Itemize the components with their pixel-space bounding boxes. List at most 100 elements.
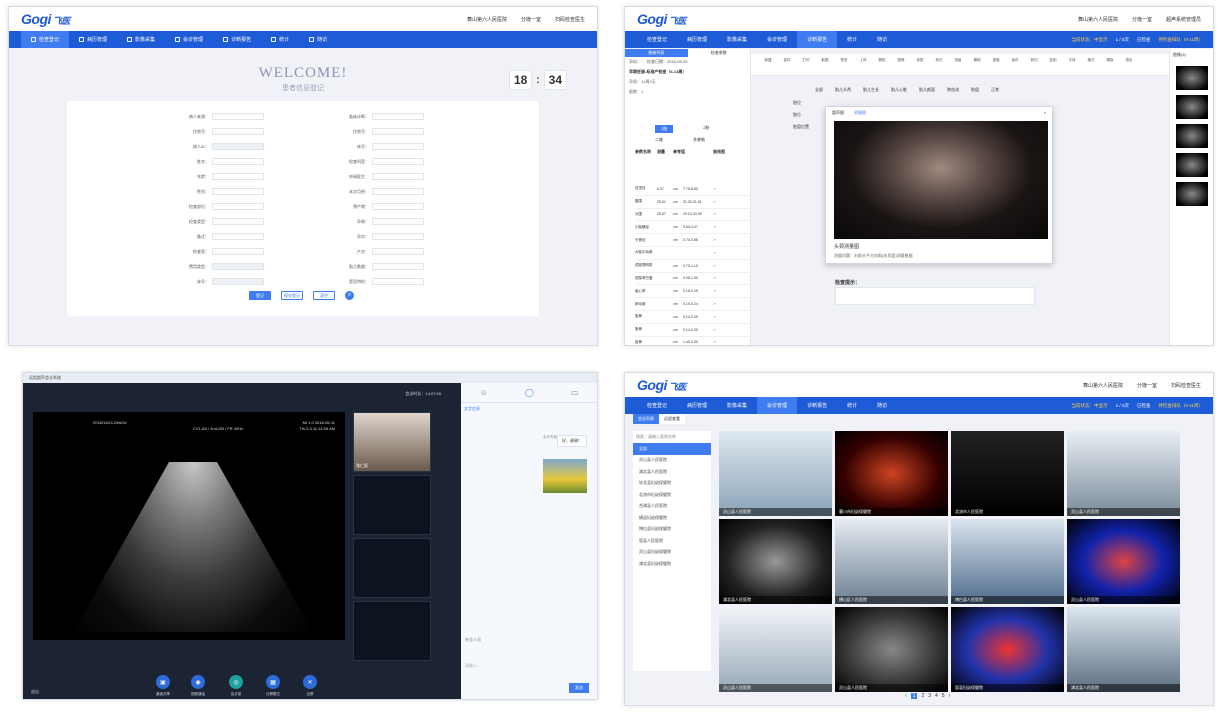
members-icon[interactable]: ☺ xyxy=(480,388,488,397)
hospital-list-item[interactable]: 合浦县人民医院 xyxy=(633,501,711,513)
tab-remote-view[interactable]: 远程查看 xyxy=(659,414,685,424)
next-page-icon[interactable]: › xyxy=(949,693,951,699)
hospital-list-item[interactable]: 灵山县人民医院 xyxy=(633,455,711,467)
video-thumbnail[interactable]: 浦北县人民医院 xyxy=(719,519,832,604)
nav-capture[interactable]: 影像采集 xyxy=(117,31,165,48)
nav4-consult[interactable]: 会诊管理 xyxy=(757,397,798,414)
tab-consult-list[interactable]: 会诊列表 xyxy=(633,414,659,424)
video-call-button[interactable]: ◉ xyxy=(191,675,205,689)
curve-icon[interactable]: ↗ xyxy=(713,340,716,344)
nav4-capture[interactable]: 影像采集 xyxy=(717,397,757,414)
hospital-list-item[interactable]: 浦北县妇幼保健院 xyxy=(633,558,711,570)
toolbar-button[interactable]: 删除 xyxy=(875,58,889,72)
hospital-list-item[interactable]: 灵山县妇幼保健院 xyxy=(633,547,711,559)
category-tab[interactable]: 胎儿头颅 xyxy=(835,87,851,93)
field-input[interactable] xyxy=(372,143,424,150)
nav-followup[interactable]: 随访 xyxy=(299,31,337,48)
user-menu[interactable]: 扫码检查医生 xyxy=(555,16,585,23)
category-tab[interactable]: 全部 xyxy=(815,87,823,93)
field-input[interactable] xyxy=(212,248,264,255)
mode-2d[interactable]: 二维 xyxy=(655,137,663,143)
toolbar-button[interactable]: 模板 xyxy=(1103,58,1117,72)
field-input[interactable] xyxy=(212,263,264,270)
curve-icon[interactable]: ↗ xyxy=(713,225,716,229)
category-tab[interactable]: 胎儿心脏 xyxy=(891,87,907,93)
nav2-register[interactable]: 检查登记 xyxy=(637,31,677,48)
field-input[interactable] xyxy=(372,263,424,270)
tab-patient-list[interactable]: 患者列表 xyxy=(625,49,688,57)
toolbar-button[interactable]: 剪切 xyxy=(1027,58,1041,72)
chat-icon[interactable]: ◯ xyxy=(525,388,534,397)
toolbar-button[interactable]: 保存 xyxy=(1008,58,1022,72)
nav2-followup[interactable]: 随访 xyxy=(867,31,897,48)
video-thumbnail[interactable]: 灵山县人民医院 xyxy=(835,607,948,692)
video-tile-empty[interactable] xyxy=(353,601,431,661)
hospital-list-item[interactable]: 北流市妇幼保健院 xyxy=(633,489,711,501)
curve-icon[interactable]: ↗ xyxy=(713,328,716,332)
curve-icon[interactable]: ↗ xyxy=(713,289,716,293)
toolbar-button[interactable]: 撤销 xyxy=(970,58,984,72)
clear-button[interactable]: 清空 xyxy=(313,291,335,300)
param-cell[interactable]: 6.37 xyxy=(657,187,673,191)
field-input[interactable] xyxy=(372,278,424,285)
field-input[interactable] xyxy=(212,173,264,180)
field-input[interactable] xyxy=(372,113,424,120)
field-input[interactable] xyxy=(212,233,264,240)
hospital-list-item[interactable]: 横县妇幼保健院 xyxy=(633,512,711,524)
register-button[interactable]: 登记 xyxy=(249,291,271,300)
toolbar-button[interactable]: 新建 xyxy=(761,58,775,72)
dept-selector[interactable]: 分娩一室 xyxy=(521,16,541,23)
page-number[interactable]: 4 xyxy=(935,693,938,699)
page-number[interactable]: 5 xyxy=(942,693,945,699)
nav4-records[interactable]: 病历管理 xyxy=(677,397,717,414)
curve-icon[interactable]: ↗ xyxy=(713,187,716,191)
param-cell[interactable]: 25.67 xyxy=(657,212,673,216)
check-tip-input[interactable] xyxy=(835,287,1035,305)
category-tab[interactable]: 脐血流 xyxy=(947,87,959,93)
field-input[interactable] xyxy=(212,188,264,195)
curve-icon[interactable]: ↗ xyxy=(713,264,716,268)
video-tile-empty[interactable] xyxy=(353,475,431,535)
nav2-consult[interactable]: 会诊管理 xyxy=(757,31,797,48)
category-tab[interactable]: 胎儿颜面 xyxy=(919,87,935,93)
field-input[interactable] xyxy=(372,233,424,240)
toolbar-button[interactable]: 预览 xyxy=(837,58,851,72)
prev-page-icon[interactable]: ‹ xyxy=(905,693,907,699)
toolbar-button[interactable]: 退出 xyxy=(1122,58,1136,72)
save-register-button[interactable]: 保存登记 xyxy=(281,291,303,300)
nav2-capture[interactable]: 影像采集 xyxy=(717,31,757,48)
dialog-tab-measure[interactable]: 测量图 xyxy=(854,110,866,116)
split-screen-button[interactable]: ▦ xyxy=(266,675,280,689)
fetus-1-tab[interactable]: 1胎 xyxy=(655,125,674,133)
hospital-list-item[interactable]: 浦北县人民医院 xyxy=(633,466,711,478)
curve-icon[interactable]: ↗ xyxy=(713,212,716,216)
toolbar-button[interactable]: 保存 xyxy=(780,58,794,72)
hospital-list-item[interactable]: 钦北县妇幼保健院 xyxy=(633,478,711,490)
video-thumbnail[interactable]: 灵山县人民医院 xyxy=(719,607,832,692)
video-thumbnail[interactable]: 横山区人民医院 xyxy=(835,519,948,604)
nav-stats[interactable]: 统计 xyxy=(261,31,299,48)
chat-input[interactable]: 请输入... xyxy=(465,663,480,669)
nav4-stats[interactable]: 统计 xyxy=(837,397,867,414)
user-menu-2[interactable]: 超声系统管理员 xyxy=(1166,16,1201,23)
video-thumbnail[interactable]: 灵山县人民医院 xyxy=(1067,519,1180,604)
field-input[interactable] xyxy=(212,128,264,135)
fetus-2-tab[interactable]: 2胎 xyxy=(703,125,709,133)
nav4-followup[interactable]: 随访 xyxy=(867,397,897,414)
field-input[interactable] xyxy=(372,203,424,210)
video-tile-empty[interactable] xyxy=(353,538,431,598)
nav2-stats[interactable]: 统计 xyxy=(837,31,867,48)
thumb-image[interactable] xyxy=(1175,66,1208,90)
field-input[interactable] xyxy=(212,158,264,165)
consult-room-button[interactable]: ◎ xyxy=(229,675,243,689)
field-input[interactable] xyxy=(212,203,264,210)
image-icon[interactable]: ▭ xyxy=(571,388,579,397)
page-number[interactable]: 2 xyxy=(921,693,924,699)
video-thumbnail[interactable]: 灵山县人民医院 xyxy=(719,431,832,516)
page-number[interactable]: 1 xyxy=(910,693,918,699)
hospital-list-item[interactable]: 全部 xyxy=(633,443,711,455)
category-tab[interactable]: 正常 xyxy=(991,87,999,93)
field-input[interactable] xyxy=(372,128,424,135)
toolbar-button[interactable]: 上传 xyxy=(856,58,870,72)
dialog-tab-us[interactable]: 超声图 xyxy=(832,110,844,116)
